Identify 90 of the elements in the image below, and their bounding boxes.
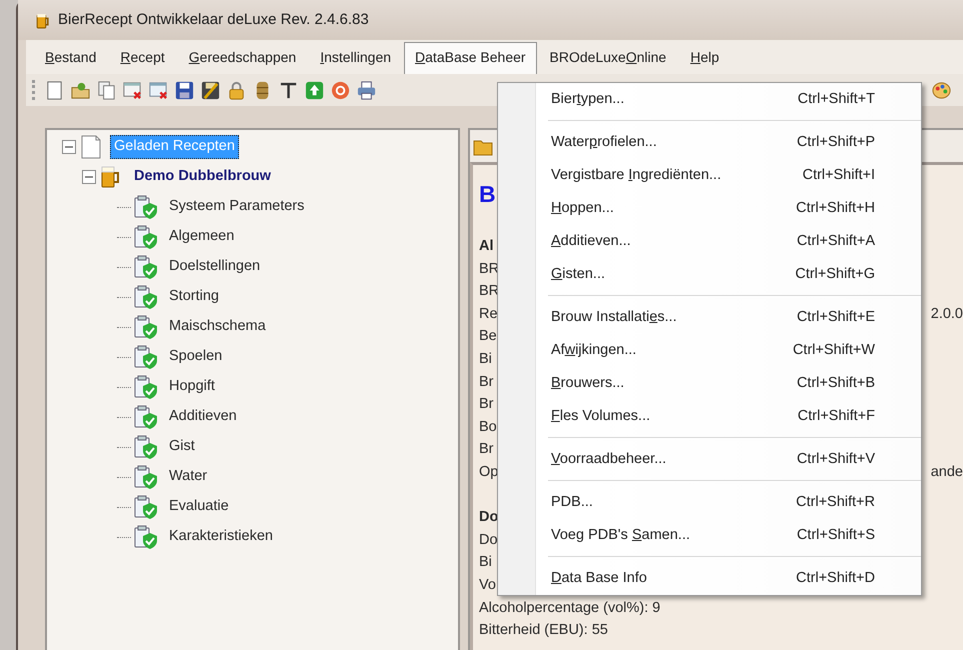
menu-item[interactable]: Bestand	[34, 42, 108, 74]
menu-item[interactable]: Brouw Installaties... Ctrl+Shift+E	[498, 301, 921, 334]
document-line: 2.0.0	[930, 304, 963, 324]
document-line: Bi	[479, 350, 492, 369]
menu-item[interactable]: Instellingen	[309, 42, 402, 74]
shortcut-text: Ctrl+Shift+T	[798, 90, 875, 109]
tree-item[interactable]: Spoelen	[165, 345, 226, 369]
document-line: Be	[479, 327, 497, 346]
clipboard-check-icon	[133, 224, 159, 250]
shortcut-text: Ctrl+Shift+P	[796, 132, 875, 152]
menu-item[interactable]: PDB... Ctrl+Shift+R	[498, 486, 921, 519]
tree-item[interactable]: Water	[165, 465, 212, 489]
clipboard-check-icon	[133, 314, 159, 340]
section-heading: Do	[479, 508, 498, 528]
menu-item[interactable]: Recept	[109, 42, 176, 74]
copy-icon[interactable]	[96, 80, 117, 100]
upload-icon[interactable]	[304, 80, 325, 100]
tree-item[interactable]: Additieven	[165, 405, 241, 429]
window-delete-icon[interactable]	[122, 80, 143, 100]
shortcut-text: Ctrl+Shift+F	[798, 406, 875, 426]
clipboard-check-icon	[133, 464, 159, 490]
menu-item[interactable]: Help	[679, 42, 730, 74]
shortcut-text: Ctrl+Shift+E	[796, 308, 875, 327]
window-title: BierRecept Ontwikkelaar deLuxe Rev. 2.4.6.83	[58, 10, 369, 30]
menu-item[interactable]: Additieven... Ctrl+Shift+A	[498, 225, 921, 258]
clipboard-check-icon	[133, 194, 159, 220]
menu-item[interactable]: Afwijkingen... Ctrl+Shift+W	[498, 334, 921, 367]
document-line: Alcoholpercentage (vol%): 9	[479, 598, 660, 618]
document-line: Vo	[479, 576, 496, 595]
floppy-edit-icon[interactable]	[200, 80, 221, 100]
document-line: Do	[479, 530, 498, 550]
menu-item[interactable]: Gereedschappen	[178, 42, 308, 74]
tree-item[interactable]: Karakteristieken	[165, 525, 277, 549]
clipboard-check-icon	[133, 524, 159, 550]
tree-item[interactable]: Storting	[165, 285, 223, 309]
shortcut-text: Ctrl+Shift+G	[795, 264, 875, 284]
menu-item[interactable]: Vergistbare Ingrediënten... Ctrl+Shift+I	[498, 159, 921, 192]
menu-item[interactable]: DataBase Beheer	[404, 42, 537, 74]
menu-item[interactable]: Brouwers... Ctrl+Shift+B	[498, 367, 921, 400]
clipboard-check-icon	[133, 494, 159, 520]
tree-item[interactable]: Algemeen	[165, 225, 238, 249]
printer-icon[interactable]	[356, 80, 377, 100]
clipboard-check-icon	[133, 404, 159, 430]
shortcut-text: Ctrl+Shift+W	[792, 340, 875, 360]
shortcut-text: Ctrl+Shift+A	[796, 232, 875, 251]
shortcut-text: Ctrl+Shift+V	[796, 450, 875, 469]
expander-icon[interactable]	[82, 170, 96, 184]
shortcut-text: Ctrl+Shift+H	[796, 198, 875, 218]
menu-item[interactable]: Fles Volumes... Ctrl+Shift+F	[498, 400, 921, 433]
tree-item[interactable]: Demo Dubbelbrouw	[130, 165, 275, 189]
menu-item[interactable]: Gisten... Ctrl+Shift+G	[498, 258, 921, 291]
document-line: Br	[479, 395, 494, 414]
document-line: Op	[479, 462, 498, 482]
shortcut-text: Ctrl+Shift+I	[802, 166, 875, 185]
tree-item[interactable]: Maischschema	[165, 315, 270, 339]
document-line: Bi	[479, 553, 492, 572]
tree-item[interactable]: Systeem Parameters	[165, 195, 308, 219]
tree-item[interactable]: Gist	[165, 435, 199, 459]
shortcut-text: Ctrl+Shift+D	[796, 568, 875, 588]
shortcut-text: Ctrl+Shift+R	[796, 492, 875, 512]
window-delete-icon[interactable]	[148, 80, 169, 100]
clipboard-check-icon	[133, 374, 159, 400]
document-line: ande	[930, 462, 963, 482]
tree-item[interactable]: Hopgift	[165, 375, 219, 399]
document-line: Br	[479, 440, 494, 460]
clipboard-check-icon	[133, 344, 159, 370]
menu-item[interactable]: Waterprofielen... Ctrl+Shift+P	[498, 126, 921, 159]
shortcut-text: Ctrl+Shift+B	[796, 374, 875, 393]
menu-item[interactable]: Data Base Info Ctrl+Shift+D	[498, 562, 921, 595]
document-line: Bo	[479, 418, 497, 437]
document-heading: B	[479, 180, 496, 209]
menu-item[interactable]: Voorraadbeheer... Ctrl+Shift+V	[498, 443, 921, 476]
document-line: Br	[479, 372, 494, 392]
expander-icon[interactable]	[62, 140, 76, 154]
clipboard-check-icon	[133, 434, 159, 460]
tree-item[interactable]: Evaluatie	[165, 495, 233, 519]
floppy-icon[interactable]	[174, 80, 195, 100]
beer-mug-icon	[34, 12, 51, 28]
clipboard-check-icon	[133, 254, 159, 280]
menu-item[interactable]: Hoppen... Ctrl+Shift+H	[498, 192, 921, 225]
menu-item[interactable]: Biertypen... Ctrl+Shift+T	[498, 83, 921, 116]
clipboard-check-icon	[133, 284, 159, 310]
section-heading: Al	[479, 237, 494, 256]
document-line: Bitterheid (EBU): 55	[479, 621, 608, 640]
tree-item[interactable]: Doelstellingen	[165, 255, 264, 279]
document-line: Re	[479, 304, 498, 324]
shortcut-text: Ctrl+Shift+S	[796, 526, 875, 545]
menu-item[interactable]: BROdeLuxeOnline	[538, 42, 678, 74]
palette-icon[interactable]	[931, 80, 952, 100]
menu-item[interactable]: Voeg PDB's Samen... Ctrl+Shift+S	[498, 519, 921, 552]
